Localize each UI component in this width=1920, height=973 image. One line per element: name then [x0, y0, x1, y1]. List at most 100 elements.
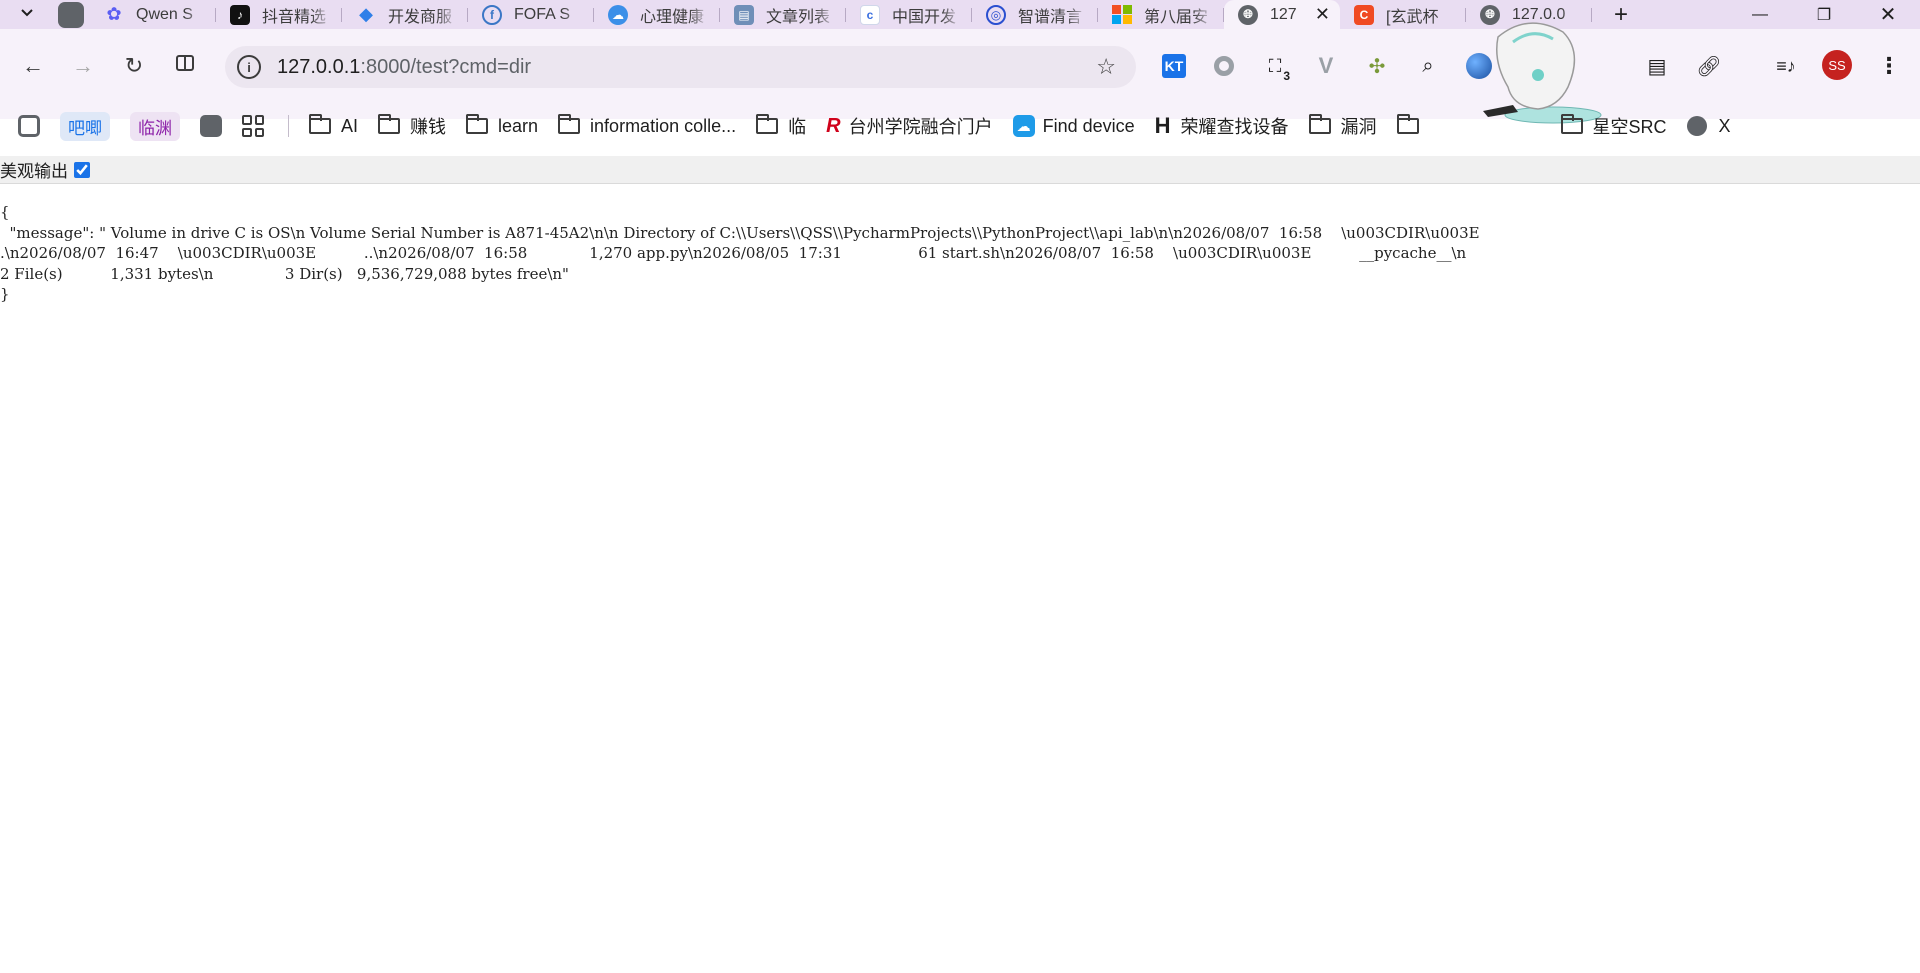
bookmark-app[interactable] [192, 110, 230, 142]
tab[interactable]: ▤ 文章列表 [720, 0, 846, 29]
plus-icon: + [1613, 0, 1628, 28]
bookmark-chip[interactable]: 临渊 [122, 110, 188, 142]
cloud-icon: ☁ [608, 4, 628, 25]
folder-icon [1396, 114, 1419, 134]
tab-title: 心理健康 [640, 8, 705, 26]
bookmark-folder[interactable]: 星空SRC [1553, 110, 1675, 142]
apps-grid-icon [242, 115, 264, 137]
doc-icon: ▤ [734, 4, 754, 25]
extension-badge: 3 [1283, 69, 1290, 83]
bookmark-chip[interactable]: 吧唧 [52, 110, 118, 142]
extension-molecule[interactable]: ✣ [1360, 49, 1394, 83]
bookmark-link[interactable]: ☁ Find device [1005, 110, 1143, 142]
tab-title: [玄武杯 [1386, 8, 1439, 26]
r-logo-icon: R [826, 114, 841, 137]
molecule-icon: ✣ [1368, 55, 1386, 78]
bookmark-folder[interactable]: 赚钱 [370, 110, 454, 142]
media-control-button[interactable]: ≡♪ [1769, 49, 1803, 83]
bookmark-folder[interactable]: information colle... [550, 110, 744, 142]
link-icon: 🔗︎ [1696, 55, 1722, 78]
folder-icon [378, 114, 401, 134]
minimize-icon: — [1752, 5, 1768, 23]
tab[interactable]: ☁ 心理健康 [594, 0, 720, 29]
bookmark-label: 临 [788, 117, 807, 137]
bookmark-link[interactable]: R 台州学院融合门户 [818, 110, 1000, 142]
tab[interactable]: ◆ 开发商服 [342, 0, 468, 29]
forward-button[interactable]: → [66, 49, 100, 83]
bookmark-folder[interactable]: AI [301, 110, 366, 142]
reading-list-button[interactable]: ▤ [1640, 49, 1674, 83]
restore-icon: ❐ [1816, 6, 1832, 24]
minimize-button[interactable]: — [1728, 0, 1792, 29]
extension-vue[interactable]: V [1309, 49, 1343, 83]
json-response: { "message": " Volume in drive C is OS\n… [0, 203, 1480, 303]
bookmark-label: 荣耀查找设备 [1180, 117, 1289, 137]
globe-icon: 🌐︎ [1238, 4, 1258, 25]
tab[interactable]: ♪ 抖音精选 [216, 0, 342, 29]
tab-title: 抖音精选 [262, 8, 327, 26]
url-text[interactable]: 127.0.0.1:8000/test?cmd=dir [277, 56, 531, 79]
record-icon [1214, 56, 1234, 76]
bookmark-app[interactable] [10, 110, 48, 142]
tab[interactable]: ◎ 智谱清言 [972, 0, 1098, 29]
more-vertical-icon: ⋮ [1878, 53, 1900, 78]
folder-icon [756, 114, 779, 134]
playlist-icon: ≡♪ [1776, 55, 1796, 76]
tab[interactable]: 第八届安 [1098, 0, 1224, 29]
tab-title: 开发商服 [388, 8, 453, 26]
bookmark-link[interactable]: H 荣耀查找设备 [1147, 110, 1297, 142]
bookmark-folder[interactable]: 临 [748, 110, 814, 142]
honor-icon: H [1154, 113, 1171, 138]
c-red-icon: C [1354, 4, 1374, 25]
folder-icon [309, 114, 331, 134]
bookmark-folder[interactable] [1389, 110, 1549, 142]
reload-button[interactable]: ↻ [117, 49, 151, 83]
menu-button[interactable]: ⋮ [1872, 49, 1906, 83]
pretty-print-label: 美观输出 [0, 162, 68, 181]
bookmark-folder[interactable]: 漏洞 [1301, 110, 1385, 142]
apps-button[interactable] [234, 110, 272, 142]
tab-title: 智谱清言 [1018, 8, 1083, 26]
close-window-button[interactable]: ✕ [1856, 0, 1920, 29]
bookmark-folder[interactable]: learn [458, 110, 546, 142]
arrow-right-icon: → [72, 53, 94, 78]
bookmark-label: 临渊 [130, 111, 180, 141]
extension-scan[interactable]: ⛶ 3 [1258, 49, 1292, 84]
tab-title: Qwen S [136, 5, 193, 23]
restore-button[interactable]: ❐ [1792, 0, 1856, 29]
tab-active[interactable]: 🌐︎ 127 ✕ [1224, 0, 1340, 29]
url-path: :8000/test?cmd=dir [360, 55, 532, 78]
kt-icon: KT [1162, 54, 1186, 78]
bookmark-label: learn [498, 115, 539, 136]
bookmark-label: information colle... [590, 115, 737, 136]
c-icon: c [860, 4, 880, 25]
bookmark-label: X [1718, 115, 1731, 136]
tab[interactable]: c 中国开发 [846, 0, 972, 29]
folder-icon [466, 114, 489, 134]
douyin-icon: ♪ [230, 4, 250, 25]
tab[interactable]: C [玄武杯 [1340, 0, 1466, 29]
address-bar[interactable]: i 127.0.0.1:8000/test?cmd=dir ☆ [225, 46, 1136, 88]
bookmark-link[interactable]: X [1679, 110, 1739, 142]
new-tab-button[interactable]: + [1606, 0, 1636, 28]
back-button[interactable]: ← [16, 49, 50, 83]
tab-group-chip[interactable] [58, 1, 84, 28]
bookmark-star-icon[interactable]: ☆ [1096, 54, 1116, 80]
copy-link-button[interactable]: 🔗︎ [1692, 49, 1726, 83]
extension-kt[interactable]: KT [1157, 49, 1191, 83]
window-controls: — ❐ ✕ [1728, 0, 1920, 29]
avatar[interactable]: SS [1822, 50, 1852, 80]
extension-search[interactable]: ⌕ [1411, 49, 1445, 83]
pretty-print-checkbox[interactable] [74, 161, 90, 178]
close-icon[interactable]: ✕ [1315, 4, 1330, 25]
extension-record[interactable] [1207, 49, 1241, 83]
site-info-icon[interactable]: i [237, 55, 261, 79]
folder-icon [1560, 114, 1583, 134]
chevron-down-icon [19, 4, 35, 25]
reload-icon: ↻ [124, 53, 144, 78]
tab[interactable]: f FOFA S [468, 0, 594, 29]
tab-search-button[interactable] [12, 2, 42, 28]
fofa-icon: f [482, 4, 502, 25]
tab[interactable]: ✿ Qwen S [90, 0, 216, 29]
split-view-button[interactable] [168, 49, 202, 83]
